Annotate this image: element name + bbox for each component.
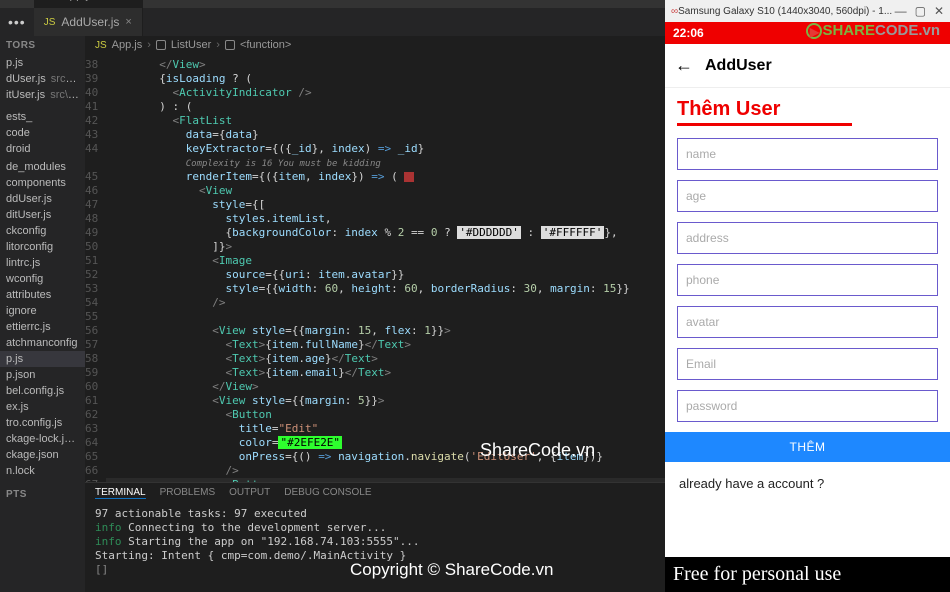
breadcrumb[interactable]: JS App.js › ListUser › <function> <box>85 36 665 54</box>
explorer-item[interactable]: n.lock <box>0 463 85 479</box>
title-underline <box>677 123 852 126</box>
explorer-item[interactable]: tro.config.js <box>0 415 85 431</box>
page-title: Thêm User <box>677 98 938 121</box>
terminal-tabs[interactable]: TERMINAL PROBLEMS OUTPUT DEBUG CONSOLE <box>85 483 665 503</box>
open-editor-item[interactable]: dUser.js src\components <box>0 71 85 87</box>
editor-tabs: ••• JSApp.jsJSAddUser.js×JSEditUser.js× <box>0 8 665 36</box>
breadcrumb-sym1[interactable]: ListUser <box>171 39 211 51</box>
explorer-item[interactable]: ditUser.js <box>0 207 85 223</box>
explorer-sidebar[interactable]: TORS p.jsdUser.js src\componentsitUser.j… <box>0 36 85 592</box>
input-avatar[interactable]: avatar <box>677 306 938 338</box>
explorer-item[interactable]: p.json <box>0 367 85 383</box>
js-icon: JS <box>95 40 107 51</box>
input-name[interactable]: name <box>677 138 938 170</box>
breadcrumb-file[interactable]: App.js <box>112 39 143 51</box>
submit-button[interactable]: THÊM <box>665 432 950 462</box>
explorer-item[interactable]: lintrc.js <box>0 255 85 271</box>
open-editor-item[interactable]: itUser.js src\components <box>0 87 85 103</box>
js-icon: JS <box>44 17 56 28</box>
input-age[interactable]: age <box>677 180 938 212</box>
status-time: 22:06 <box>673 26 704 40</box>
vscode-window: ••• JSApp.jsJSAddUser.js×JSEditUser.js× … <box>0 0 665 592</box>
explorer-item[interactable]: ddUser.js <box>0 191 85 207</box>
emulator-window: ∞ Samsung Galaxy S10 (1440x3040, 560dpi)… <box>665 0 950 592</box>
explorer-item[interactable]: de_modules <box>0 159 85 175</box>
symbol-icon <box>156 40 166 50</box>
tab-label: App.js <box>61 0 94 1</box>
phone-status-bar: 22:06 <box>665 22 950 44</box>
input-phone[interactable]: phone <box>677 264 938 296</box>
emulator-title: Samsung Galaxy S10 (1440x3040, 560dpi) -… <box>678 6 894 17</box>
explorer-item[interactable]: ckage.json <box>0 447 85 463</box>
loop-icon: ∞ <box>671 6 678 17</box>
input-password[interactable]: password <box>677 390 938 422</box>
explorer-item[interactable]: p.js <box>0 351 85 367</box>
terminal-output[interactable]: 97 actionable tasks: 97 executedinfo Con… <box>85 503 665 592</box>
chevron-right-icon: › <box>216 39 220 51</box>
breadcrumb-sym2[interactable]: <function> <box>240 39 291 51</box>
phone-bottom-text: Free for personal use <box>665 557 950 592</box>
input-address[interactable]: address <box>677 222 938 254</box>
terminal-panel[interactable]: TERMINAL PROBLEMS OUTPUT DEBUG CONSOLE 97 a… <box>85 482 665 592</box>
editor-tab[interactable]: JSApp.js <box>34 0 143 8</box>
explorer-item[interactable]: attributes <box>0 287 85 303</box>
more-icon[interactable]: ••• <box>0 14 34 30</box>
terminal-tab[interactable]: OUTPUT <box>229 487 270 499</box>
explorer-item[interactable]: ignore <box>0 303 85 319</box>
explorer-item[interactable]: wconfig <box>0 271 85 287</box>
terminal-tab[interactable]: PROBLEMS <box>160 487 216 499</box>
minimize-icon[interactable]: — <box>895 4 907 18</box>
explorer-item[interactable]: ckconfig <box>0 223 85 239</box>
back-arrow-icon[interactable]: ← <box>675 55 693 76</box>
close-icon[interactable]: × <box>125 16 131 28</box>
app-bar-title: AddUser <box>705 57 772 75</box>
explorer-item[interactable]: bel.config.js <box>0 383 85 399</box>
code-editor[interactable]: 3839404142434445464748495051525354555657… <box>85 54 665 482</box>
explorer-item[interactable]: litorconfig <box>0 239 85 255</box>
explorer-item[interactable]: ests_ <box>0 109 85 125</box>
maximize-icon[interactable]: ▢ <box>915 4 926 18</box>
emulator-titlebar[interactable]: ∞ Samsung Galaxy S10 (1440x3040, 560dpi)… <box>665 0 950 22</box>
terminal-tab[interactable]: DEBUG CONSOLE <box>284 487 371 499</box>
symbol-icon <box>225 40 235 50</box>
line-gutter: 3839404142434445464748495051525354555657… <box>85 54 106 482</box>
explorer-item[interactable]: code <box>0 125 85 141</box>
explorer-item[interactable]: droid <box>0 141 85 157</box>
explorer-item[interactable]: ex.js <box>0 399 85 415</box>
sidebar-bottom: PTS <box>0 485 85 504</box>
sidebar-header: TORS <box>0 36 85 55</box>
app-header: ← AddUser <box>665 44 950 88</box>
already-account-link[interactable]: already have a account ? <box>677 462 938 505</box>
explorer-item[interactable]: components <box>0 175 85 191</box>
chevron-right-icon: › <box>147 39 151 51</box>
input-email[interactable]: Email <box>677 348 938 380</box>
explorer-item[interactable]: atchmanconfig <box>0 335 85 351</box>
open-editor-item[interactable]: p.js <box>0 55 85 71</box>
terminal-tab[interactable]: TERMINAL <box>95 487 146 499</box>
explorer-item[interactable]: ettierrc.js <box>0 319 85 335</box>
editor-tab[interactable]: JS AddUser.js × <box>34 8 143 36</box>
explorer-item[interactable]: ckage-lock.json <box>0 431 85 447</box>
tab-label: AddUser.js <box>61 15 119 29</box>
close-icon[interactable]: ✕ <box>934 4 944 18</box>
